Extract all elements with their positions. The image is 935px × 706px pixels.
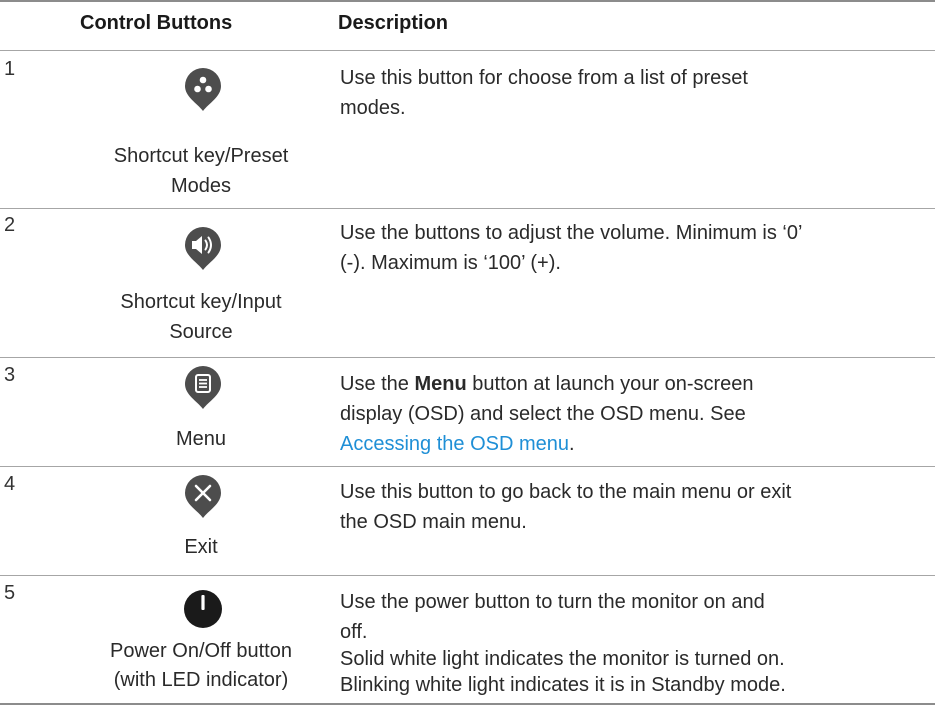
- row-rule: [0, 208, 935, 209]
- volume-icon[interactable]: [183, 226, 223, 272]
- row-number: 3: [4, 364, 16, 386]
- row-description: Use the Menu button at launch your on-sc…: [340, 373, 754, 395]
- row-description: Use the power button to turn the monitor…: [340, 591, 765, 613]
- row-number: 1: [4, 58, 16, 80]
- table-top-rule: [0, 0, 935, 2]
- column-header-description: Description: [338, 12, 449, 34]
- row-description: Use the buttons to adjust the volume. Mi…: [340, 222, 803, 244]
- row-label: Modes: [170, 175, 232, 197]
- row-description: modes.: [340, 97, 406, 119]
- menu-icon[interactable]: [183, 365, 223, 411]
- table-bottom-rule: [0, 703, 935, 705]
- row-number: 4: [4, 473, 16, 495]
- row-description: Use this button to go back to the main m…: [340, 481, 792, 503]
- row-description: off.: [340, 621, 368, 643]
- row-label: Exit: [184, 536, 218, 558]
- accessing-osd-menu-link[interactable]: Accessing the OSD menu: [340, 433, 569, 455]
- row-description: Blinking white light indicates it is in …: [340, 674, 786, 696]
- row-description: (-). Maximum is ‘100’ (+).: [340, 252, 561, 274]
- row-label: (with LED indicator): [113, 669, 289, 691]
- power-icon[interactable]: [183, 586, 223, 632]
- row-label: Menu: [175, 428, 227, 450]
- row-label: Shortcut key/Preset: [113, 145, 289, 167]
- header-rule: [0, 50, 935, 51]
- row-rule: [0, 466, 935, 467]
- exit-icon[interactable]: [183, 474, 223, 520]
- row-description: Accessing the OSD menu.: [340, 433, 575, 455]
- row-label: Source: [169, 321, 233, 343]
- row-description: Use this button for choose from a list o…: [340, 67, 748, 89]
- row-number: 5: [4, 582, 16, 604]
- row-number: 2: [4, 214, 16, 236]
- row-label: Shortcut key/Input: [120, 291, 282, 313]
- row-label: Power On/Off button: [110, 640, 292, 662]
- row-description: display (OSD) and select the OSD menu. S…: [340, 403, 746, 425]
- row-description: the OSD main menu.: [340, 511, 527, 533]
- column-header-control-buttons: Control Buttons: [80, 12, 233, 34]
- preset-modes-icon[interactable]: [183, 67, 223, 113]
- menu-bold-term: Menu: [414, 373, 467, 395]
- row-rule: [0, 575, 935, 576]
- row-rule: [0, 357, 935, 358]
